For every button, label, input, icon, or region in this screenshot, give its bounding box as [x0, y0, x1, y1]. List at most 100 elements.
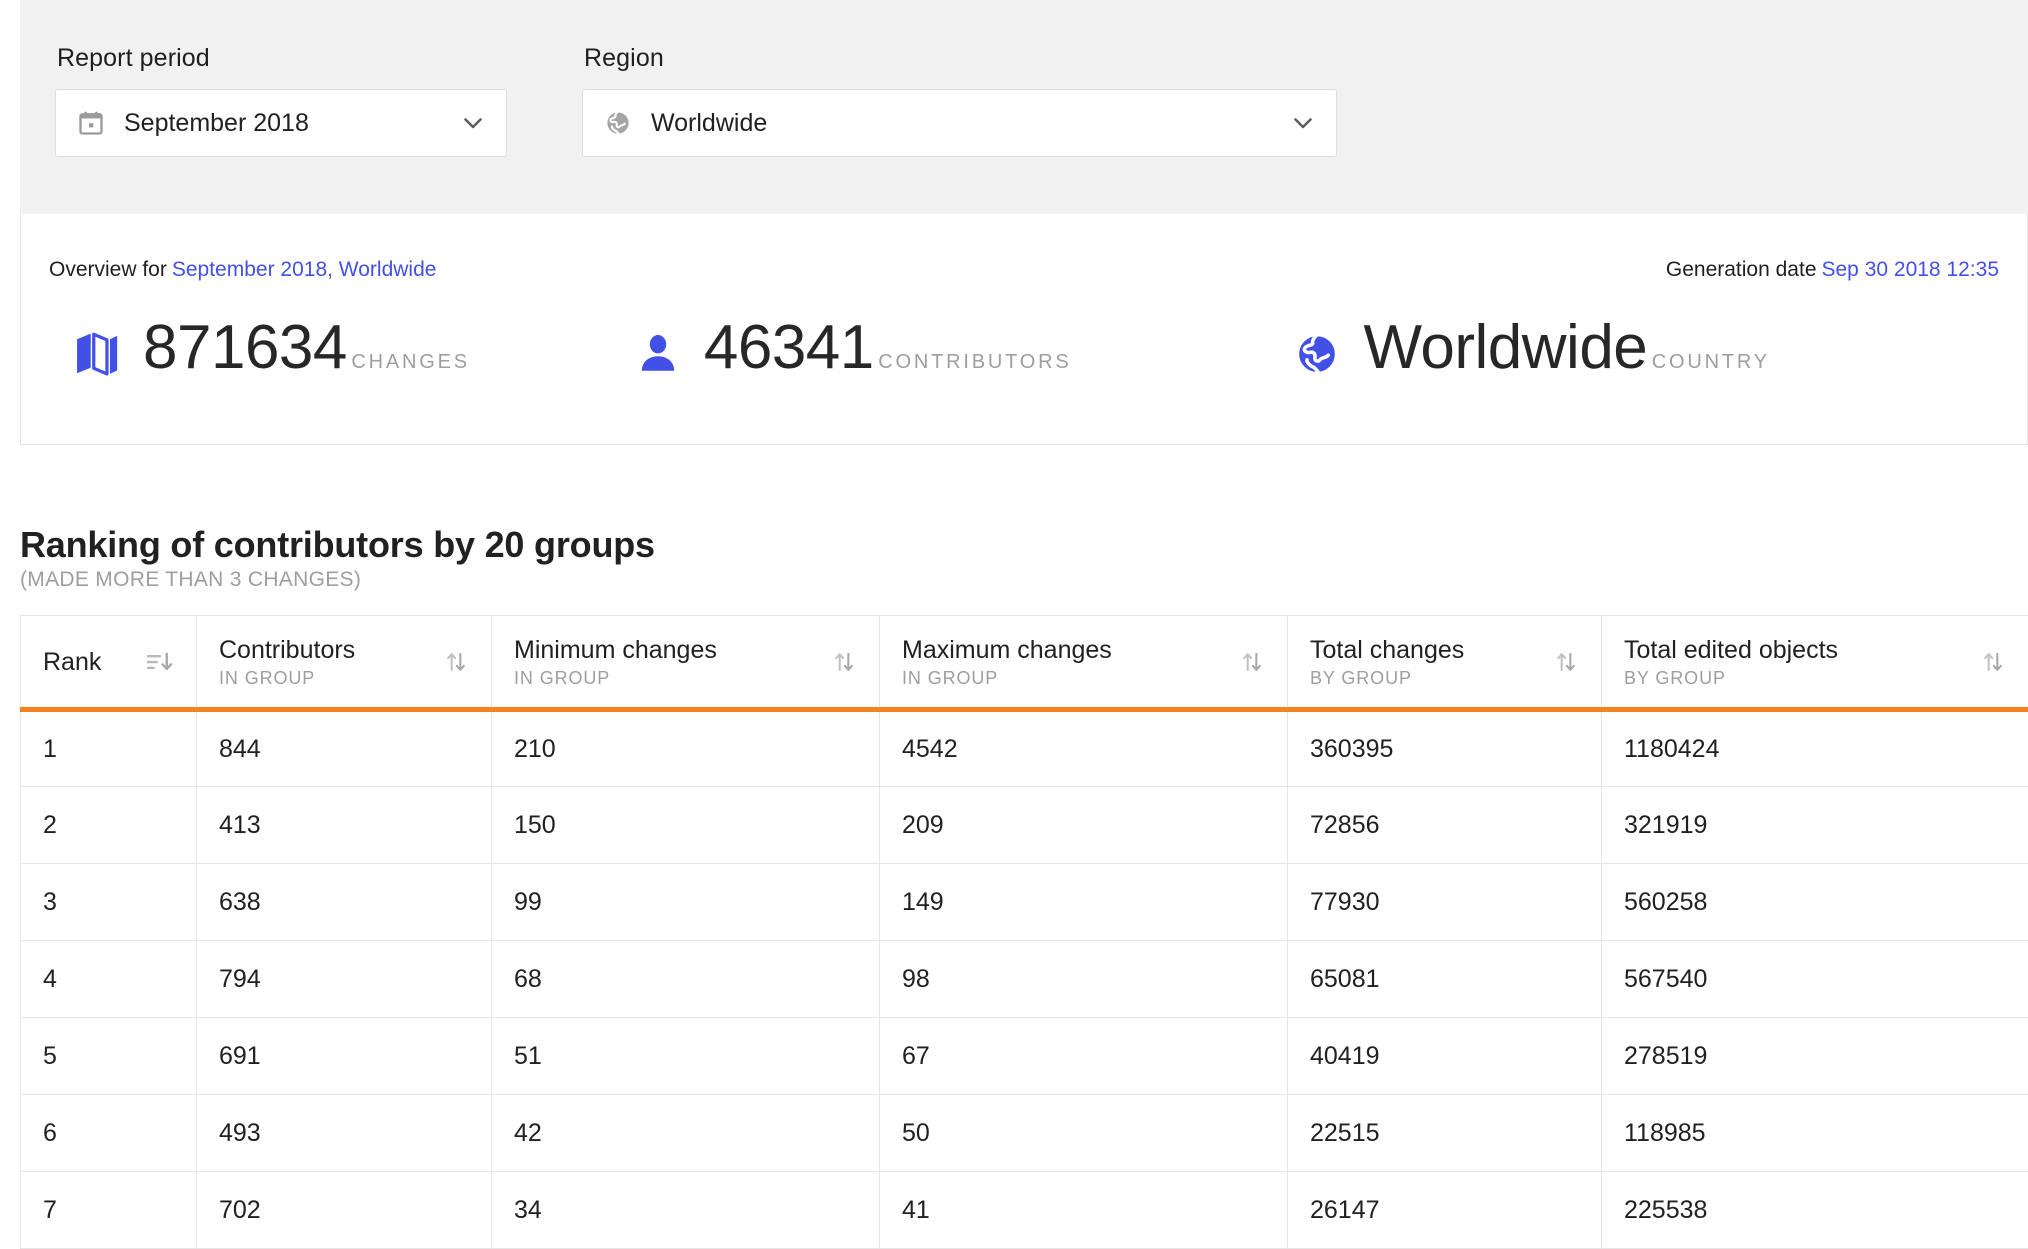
person-icon — [632, 328, 684, 380]
cell-max-changes: 149 — [880, 864, 1288, 941]
ranking-title: Ranking of contributors by 20 groups — [20, 524, 2028, 566]
ranking-table-head: Rank — [21, 616, 2028, 710]
table-row: 7 702 34 41 26147 225538 — [21, 1172, 2028, 1249]
cell-total-objects: 567540 — [1602, 941, 2028, 1018]
column-header-rank[interactable]: Rank — [21, 616, 197, 710]
report-page: Report period September 2018 — [0, 0, 2028, 1248]
region-value: Worldwide — [651, 109, 1288, 138]
region-select[interactable]: Worldwide — [582, 89, 1337, 157]
cell-contributors: 794 — [197, 941, 492, 1018]
report-period-label: Report period — [57, 46, 507, 71]
region-label: Region — [584, 46, 1337, 71]
map-icon — [71, 328, 123, 380]
column-header-minimum-changes[interactable]: Minimum changes In group — [492, 616, 880, 710]
stat-changes-label: Changes — [351, 351, 470, 373]
table-row: 3 638 99 149 77930 560258 — [21, 864, 2028, 941]
stat-contributors: 46341 Contributors — [632, 314, 1072, 382]
column-title: Minimum changes — [514, 635, 717, 665]
table-header-row: Rank — [21, 616, 2028, 710]
cell-max-changes: 50 — [880, 1095, 1288, 1172]
cell-total-changes: 360395 — [1288, 710, 1602, 787]
stat-country-label: Country — [1652, 351, 1770, 373]
report-period-select[interactable]: September 2018 — [55, 89, 507, 157]
overview-stats: 871634 Changes 46341 Contributors — [71, 314, 1770, 414]
cell-max-changes: 209 — [880, 787, 1288, 864]
cell-total-changes: 65081 — [1288, 941, 1602, 1018]
cell-min-changes: 99 — [492, 864, 880, 941]
column-subtitle: In group — [514, 667, 717, 689]
cell-total-objects: 560258 — [1602, 864, 2028, 941]
cell-total-changes: 40419 — [1288, 1018, 1602, 1095]
cell-contributors: 493 — [197, 1095, 492, 1172]
cell-contributors: 413 — [197, 787, 492, 864]
cell-min-changes: 68 — [492, 941, 880, 1018]
column-header-maximum-changes[interactable]: Maximum changes In group — [880, 616, 1288, 710]
overview-card: Overview forSeptember 2018, Worldwide Ge… — [20, 214, 2028, 445]
calendar-icon — [76, 108, 106, 138]
cell-total-objects: 1180424 — [1602, 710, 2028, 787]
stat-country-value: Worldwide — [1363, 313, 1647, 382]
globe-icon — [603, 108, 633, 138]
cell-rank: 5 — [21, 1018, 197, 1095]
cell-total-objects: 321919 — [1602, 787, 2028, 864]
sort-toggle-icon[interactable] — [1553, 648, 1579, 676]
cell-min-changes: 34 — [492, 1172, 880, 1249]
overview-prefix: Overview for — [49, 258, 167, 281]
generation-date-label: Generation date — [1666, 258, 1817, 281]
generation-date-value: Sep 30 2018 12:35 — [1822, 258, 2000, 281]
sort-toggle-icon[interactable] — [831, 648, 857, 676]
cell-rank: 1 — [21, 710, 197, 787]
cell-contributors: 702 — [197, 1172, 492, 1249]
cell-rank: 3 — [21, 864, 197, 941]
column-header-contributors[interactable]: Contributors In group — [197, 616, 492, 710]
cell-rank: 7 — [21, 1172, 197, 1249]
sort-toggle-icon[interactable] — [1980, 648, 2006, 676]
chevron-down-icon[interactable] — [458, 108, 488, 138]
stat-contributors-label: Contributors — [878, 351, 1071, 373]
stat-country: Worldwide Country — [1291, 314, 1769, 382]
cell-total-changes: 72856 — [1288, 787, 1602, 864]
sort-toggle-icon[interactable] — [1239, 648, 1265, 676]
table-row: 6 493 42 50 22515 118985 — [21, 1095, 2028, 1172]
ranking-section-header: Ranking of contributors by 20 groups (Ma… — [20, 524, 2028, 593]
cell-rank: 2 — [21, 787, 197, 864]
overview-header: Overview forSeptember 2018, Worldwide Ge… — [49, 258, 1999, 284]
column-title: Total changes — [1310, 635, 1464, 665]
chevron-down-icon[interactable] — [1288, 108, 1318, 138]
cell-min-changes: 51 — [492, 1018, 880, 1095]
table-row: 4 794 68 98 65081 567540 — [21, 941, 2028, 1018]
globe-icon — [1291, 328, 1343, 380]
column-header-total-edited-objects[interactable]: Total edited objects By group — [1602, 616, 2028, 710]
filter-bar: Report period September 2018 — [20, 0, 2028, 214]
sort-descending-icon[interactable] — [144, 647, 174, 677]
stat-changes-value: 871634 — [143, 313, 347, 382]
cell-contributors: 844 — [197, 710, 492, 787]
ranking-subtitle: (Made more than 3 changes) — [20, 567, 2028, 593]
cell-contributors: 691 — [197, 1018, 492, 1095]
column-title: Contributors — [219, 635, 355, 665]
overview-context-link[interactable]: September 2018, Worldwide — [172, 258, 437, 281]
generation-date: Generation dateSep 30 2018 12:35 — [1666, 258, 1999, 282]
report-period-filter: Report period September 2018 — [55, 46, 507, 157]
cell-max-changes: 4542 — [880, 710, 1288, 787]
region-filter: Region Worldwide — [582, 46, 1337, 157]
cell-total-objects: 278519 — [1602, 1018, 2028, 1095]
column-header-total-changes[interactable]: Total changes By group — [1288, 616, 1602, 710]
stat-contributors-value: 46341 — [704, 313, 874, 382]
cell-min-changes: 210 — [492, 710, 880, 787]
table-row: 5 691 51 67 40419 278519 — [21, 1018, 2028, 1095]
cell-total-objects: 118985 — [1602, 1095, 2028, 1172]
cell-min-changes: 150 — [492, 787, 880, 864]
column-subtitle: In group — [902, 667, 1112, 689]
cell-total-changes: 77930 — [1288, 864, 1602, 941]
ranking-table: Rank — [20, 615, 2028, 1249]
cell-total-changes: 22515 — [1288, 1095, 1602, 1172]
stat-changes: 871634 Changes — [71, 314, 470, 382]
cell-max-changes: 98 — [880, 941, 1288, 1018]
sort-toggle-icon[interactable] — [443, 648, 469, 676]
column-title: Total edited objects — [1624, 635, 1838, 665]
overview-context: Overview forSeptember 2018, Worldwide — [49, 258, 436, 282]
report-period-value: September 2018 — [124, 109, 458, 138]
ranking-table-body: 1 844 210 4542 360395 1180424 2 413 150 … — [21, 710, 2028, 1249]
cell-total-changes: 26147 — [1288, 1172, 1602, 1249]
